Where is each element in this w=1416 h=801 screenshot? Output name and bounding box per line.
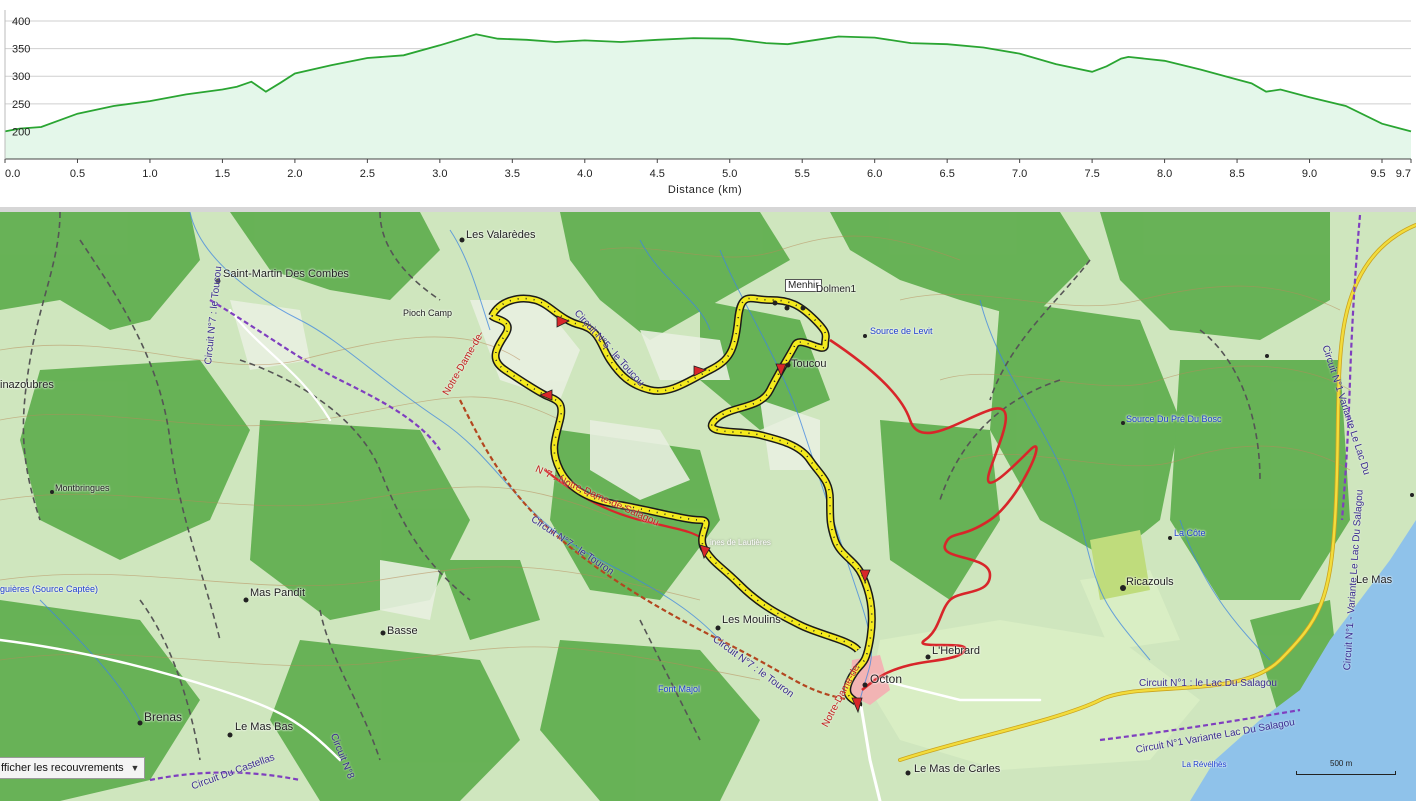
x-tick-label: 2.5 <box>360 168 375 180</box>
place-label: Octon <box>870 672 903 686</box>
x-tick-label: 9.0 <box>1302 168 1317 180</box>
x-tick-label: 3.0 <box>432 168 447 180</box>
x-tick-label: 2.0 <box>287 168 302 180</box>
x-tick-label: 7.5 <box>1084 168 1099 180</box>
poi-marker <box>785 362 791 368</box>
place-label: Le Mas <box>1356 574 1393 586</box>
place-label: La Côte <box>1174 528 1206 538</box>
place-label: Ricazouls <box>1126 576 1174 588</box>
y-tick-label: 250 <box>12 99 30 111</box>
poi-marker <box>243 597 249 603</box>
place-label: Montbringues <box>55 483 110 493</box>
poi-marker <box>227 732 233 738</box>
poi-marker <box>905 770 911 776</box>
place-label: Dolmen1 <box>816 284 857 295</box>
place-label: L'Hebrard <box>932 645 980 657</box>
poi-marker <box>784 305 790 311</box>
place-label: La Révélhès <box>1182 760 1227 769</box>
poi-marker <box>459 237 465 243</box>
overlay-select[interactable]: fficher les recouvrements ▼ <box>0 757 145 779</box>
x-tick-label: 3.5 <box>505 168 520 180</box>
place-label: ines de Lautières <box>710 538 771 547</box>
poi-marker <box>772 300 778 306</box>
route-label: Circuit N°1 : le Lac Du Salagou <box>1139 678 1277 689</box>
place-label: Les Valarèdes <box>466 229 536 241</box>
x-tick-label: 9.7 <box>1396 168 1411 180</box>
x-tick-label: 0.5 <box>70 168 85 180</box>
poi-marker <box>1121 421 1125 425</box>
poi-marker <box>862 682 868 688</box>
x-tick-labels: 0.0 0.5 1.0 1.5 2.0 2.5 3.0 3.5 4.0 4.5 5.0 5.5 6.0 6… <box>4 159 1412 180</box>
x-axis-title: Distance (km) <box>667 184 743 196</box>
topo-map[interactable]: Les Valarèdes Saint-Martin Des Combes Pi… <box>0 212 1416 801</box>
x-tick-label: 7.0 <box>1012 168 1027 180</box>
x-tick-label: 1.5 <box>215 168 230 180</box>
poi-marker <box>1410 493 1414 497</box>
x-tick-label: 4.0 <box>577 168 592 180</box>
poi-marker <box>50 490 54 494</box>
place-label: guières (Source Captée) <box>0 584 99 594</box>
poi-marker <box>1168 536 1172 540</box>
poi-marker <box>800 305 806 311</box>
place-label: inazoubres <box>0 379 54 391</box>
place-label: Pioch Camp <box>403 308 453 318</box>
place-label: Le Mas de Carles <box>914 763 1001 775</box>
poi-marker <box>380 630 386 636</box>
x-tick-label: 9.5 <box>1370 168 1385 180</box>
chevron-down-icon[interactable]: ▼ <box>129 758 141 778</box>
place-label: Source Du Pré Du Bosc <box>1126 414 1222 424</box>
overlay-select-value: fficher les recouvrements <box>1 762 124 774</box>
y-tick-labels: 400 350 300 250 200 <box>12 16 30 138</box>
x-tick-label: 5.5 <box>795 168 810 180</box>
poi-marker <box>1265 354 1269 358</box>
place-label: Font Majol <box>658 684 701 694</box>
x-tick-label: 0.0 <box>5 168 20 180</box>
x-tick-label: 4.5 <box>650 168 665 180</box>
y-tick-label: 400 <box>12 16 30 28</box>
place-label: Toucou <box>791 358 827 370</box>
elevation-area <box>5 34 1411 159</box>
x-tick-label: 5.0 <box>722 168 737 180</box>
place-label: Mas Pandit <box>250 587 306 599</box>
elevation-chart: 400 350 300 250 200 0.0 0.5 1.0 1.5 2.0 2.5 3.0 3.5… <box>4 10 1412 180</box>
x-tick-label: 8.0 <box>1157 168 1172 180</box>
x-tick-label: 1.0 <box>142 168 157 180</box>
x-tick-label: 6.0 <box>867 168 882 180</box>
y-tick-label: 350 <box>12 44 30 56</box>
place-label: Saint-Martin Des Combes <box>223 268 349 280</box>
place-label: Brenas <box>144 710 183 724</box>
place-label: Basse <box>387 625 418 637</box>
scale-bar-line <box>1296 771 1396 775</box>
x-tick-label: 8.5 <box>1229 168 1244 180</box>
scale-bar: 500 m <box>1294 759 1398 778</box>
poi-marker <box>137 720 143 726</box>
elevation-profile: 400 350 300 250 200 0.0 0.5 1.0 1.5 2.0 2.5 3.0 3.5… <box>0 0 1416 210</box>
x-tick-label: 6.5 <box>940 168 955 180</box>
scale-label: 500 m <box>1330 759 1353 768</box>
poi-marker <box>863 334 867 338</box>
poi-marker <box>715 625 721 631</box>
place-label: Source de Levit <box>870 326 933 336</box>
y-tick-label: 300 <box>12 71 30 83</box>
place-label: Les Moulins <box>722 614 781 626</box>
place-label: Le Mas Bas <box>235 721 294 733</box>
poi-marker <box>925 654 931 660</box>
y-tick-label: 200 <box>12 126 30 138</box>
